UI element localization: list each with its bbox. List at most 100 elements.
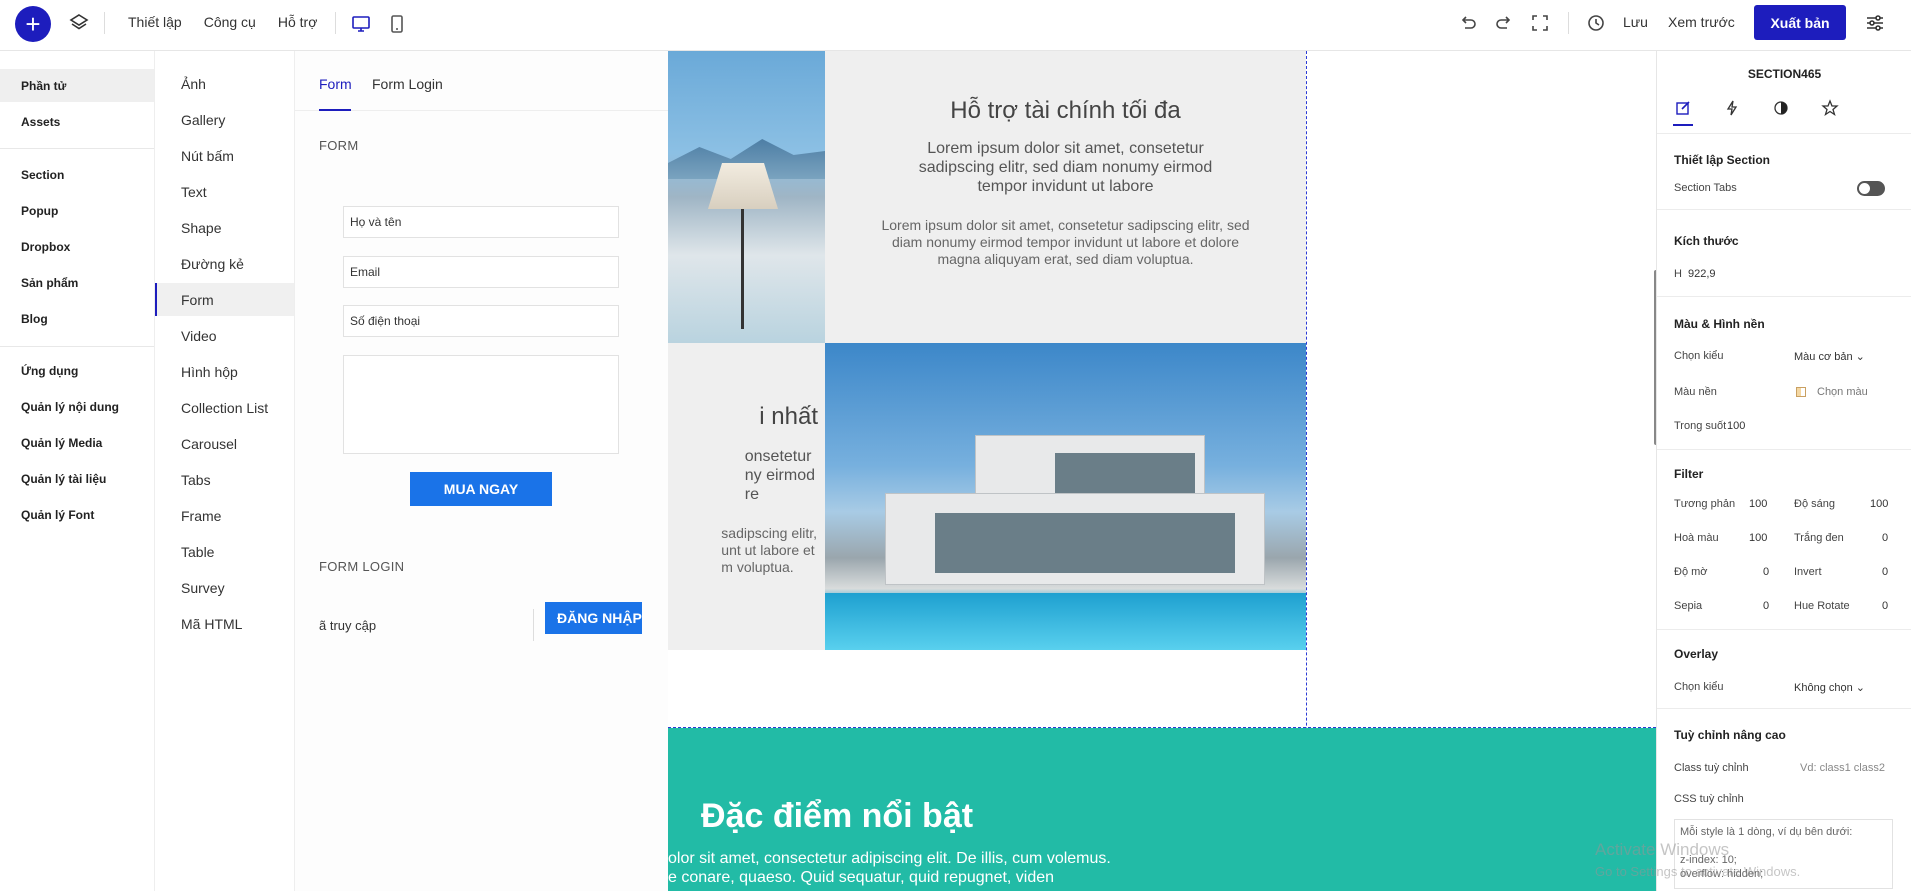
section-tabs-toggle[interactable] <box>1857 181 1885 196</box>
bg-type-select[interactable]: Màu cơ bản ⌄ <box>1794 350 1865 363</box>
element-item[interactable]: Mã HTML <box>155 607 294 640</box>
menu-setup[interactable]: Thiết lập <box>128 14 182 30</box>
element-item[interactable]: Đường kẻ <box>155 247 294 280</box>
sidebar-item-dropbox[interactable]: Dropbox <box>0 230 154 263</box>
house-photo[interactable] <box>825 343 1306 650</box>
filter-value[interactable]: 0 <box>1882 600 1888 612</box>
css-label: CSS tuỳ chỉnh <box>1674 793 1744 805</box>
login-button[interactable]: ĐĂNG NHẬP <box>545 602 642 634</box>
filter-value[interactable]: 100 <box>1749 532 1767 544</box>
element-item[interactable]: Frame <box>155 499 294 532</box>
sidebar-item-products[interactable]: Sản phẩm <box>0 266 154 299</box>
section-title[interactable]: Hỗ trợ tài chính tối đa <box>825 97 1306 125</box>
name-field[interactable]: Họ và tên <box>343 206 619 238</box>
sidebar-item-blog[interactable]: Blog <box>0 302 154 335</box>
add-element-button[interactable]: + <box>15 6 51 42</box>
filter-value[interactable]: 100 <box>1749 498 1767 510</box>
sidebar-item-assets[interactable]: Assets <box>0 105 154 138</box>
menu-tools[interactable]: Công cụ <box>204 14 256 30</box>
publish-button[interactable]: Xuất bản <box>1754 5 1846 40</box>
section-body-text[interactable]: Lorem ipsum dolor sit amet, consetetur s… <box>875 217 1256 268</box>
sidebar-item-documents[interactable]: Quản lý tài liệu <box>0 462 154 495</box>
highlights-section[interactable]: Đặc điểm nổi bật olor sit amet, consecte… <box>668 728 1656 891</box>
class-input[interactable]: Vd: class1 class2 <box>1800 762 1885 774</box>
top-menu: Thiết lập Công cụ Hỗ trợ <box>128 14 317 30</box>
feature-body-text[interactable]: sadipscing elitr, unt ut labore et m vol… <box>721 525 817 576</box>
menu-help[interactable]: Hỗ trợ <box>278 14 318 30</box>
save-button[interactable]: Lưu <box>1623 14 1648 30</box>
filter-value[interactable]: 0 <box>1882 566 1888 578</box>
active-tab-indicator <box>1673 124 1693 126</box>
tab-form-login[interactable]: Form Login <box>372 76 443 92</box>
element-item[interactable]: Collection List <box>155 391 294 424</box>
sidebar-item-elements[interactable]: Phần tử <box>0 69 154 102</box>
contrast-icon[interactable] <box>1772 99 1790 117</box>
sidebar-item-content[interactable]: Quản lý nội dung <box>0 390 154 423</box>
history-icon[interactable] <box>1585 12 1607 34</box>
form-login-heading: FORM LOGIN <box>319 559 405 574</box>
text-line: e conare, quaeso. Quid sequatur, quid re… <box>668 869 1055 886</box>
redo-icon[interactable] <box>1493 12 1515 34</box>
filter-label: Sepia <box>1674 600 1703 612</box>
lightning-icon[interactable] <box>1723 99 1741 117</box>
element-item[interactable]: Tabs <box>155 463 294 496</box>
desktop-icon[interactable] <box>350 13 372 35</box>
element-item[interactable]: Video <box>155 319 294 352</box>
pick-color-button[interactable]: Chọn màu <box>1817 386 1868 398</box>
preview-button[interactable]: Xem trước <box>1668 14 1735 30</box>
fullscreen-icon[interactable] <box>1529 12 1551 34</box>
finance-section-box[interactable]: Hỗ trợ tài chính tối đa Lorem ipsum dolo… <box>825 51 1306 343</box>
overlay-type-label: Chọn kiểu <box>1674 681 1724 693</box>
element-item[interactable]: Ảnh <box>155 67 294 100</box>
sidebar-item-popup[interactable]: Popup <box>0 194 154 227</box>
color-swatch[interactable] <box>1796 387 1806 397</box>
buy-now-button[interactable]: MUA NGAY <box>410 472 552 506</box>
element-item[interactable]: Gallery <box>155 103 294 136</box>
feature-lead-text[interactable]: onsetetur ny eirmod re <box>745 447 815 504</box>
element-item[interactable]: Table <box>155 535 294 568</box>
layers-icon[interactable] <box>69 13 89 33</box>
form-panel: Form Form Login FORM Họ và tên Email Số … <box>295 51 668 891</box>
filter-value[interactable]: 0 <box>1882 532 1888 544</box>
filter-value[interactable]: 0 <box>1763 600 1769 612</box>
access-code-field[interactable]: ã truy cập <box>319 609 534 641</box>
editor-canvas[interactable]: Hỗ trợ tài chính tối đa Lorem ipsum dolo… <box>668 51 1656 891</box>
element-item[interactable]: Text <box>155 175 294 208</box>
element-item[interactable]: Carousel <box>155 427 294 460</box>
overlay-type-select[interactable]: Không chọn ⌄ <box>1794 681 1865 694</box>
opacity-input[interactable]: 100 <box>1727 420 1745 432</box>
filter-label: Trắng đen <box>1794 532 1844 544</box>
element-item[interactable]: Hình hộp <box>155 355 294 388</box>
height-input[interactable]: 922,9 <box>1688 268 1716 280</box>
setup-section-title: Thiết lập Section <box>1674 153 1771 167</box>
tab-form[interactable]: Form <box>319 76 352 92</box>
email-field[interactable]: Email <box>343 256 619 288</box>
message-textarea[interactable] <box>343 355 619 454</box>
element-item-form[interactable]: Form <box>155 283 294 316</box>
edit-icon[interactable] <box>1674 99 1692 117</box>
mobile-icon[interactable] <box>386 13 408 35</box>
element-item[interactable]: Nút bấm <box>155 139 294 172</box>
phone-field[interactable]: Số điện thoại <box>343 305 619 337</box>
filter-value[interactable]: 0 <box>1763 566 1769 578</box>
highlights-title[interactable]: Đặc điểm nổi bật <box>701 797 973 836</box>
divider <box>1657 629 1911 630</box>
text-line: unt ut labore et <box>721 542 815 558</box>
undo-icon[interactable] <box>1457 12 1479 34</box>
form-tabs: Form Form Login <box>295 51 668 111</box>
section-lead-text[interactable]: Lorem ipsum dolor sit amet, consetetur s… <box>895 139 1236 196</box>
sidebar-item-apps[interactable]: Ứng dụng <box>0 354 154 387</box>
element-item[interactable]: Shape <box>155 211 294 244</box>
pool-shape <box>825 593 1306 650</box>
star-icon[interactable] <box>1821 99 1839 117</box>
feature-text-box[interactable]: i nhất onsetetur ny eirmod re sadipscing… <box>668 343 825 650</box>
filter-value[interactable]: 100 <box>1870 498 1888 510</box>
sidebar-item-section[interactable]: Section <box>0 158 154 191</box>
highlights-text[interactable]: olor sit amet, consectetur adipiscing el… <box>668 849 1138 887</box>
sidebar-item-media[interactable]: Quản lý Media <box>0 426 154 459</box>
resort-photo[interactable] <box>668 51 825 343</box>
feature-title[interactable]: i nhất <box>759 403 818 431</box>
settings-sliders-icon[interactable] <box>1864 12 1886 34</box>
sidebar-item-fonts[interactable]: Quản lý Font <box>0 498 154 531</box>
element-item[interactable]: Survey <box>155 571 294 604</box>
